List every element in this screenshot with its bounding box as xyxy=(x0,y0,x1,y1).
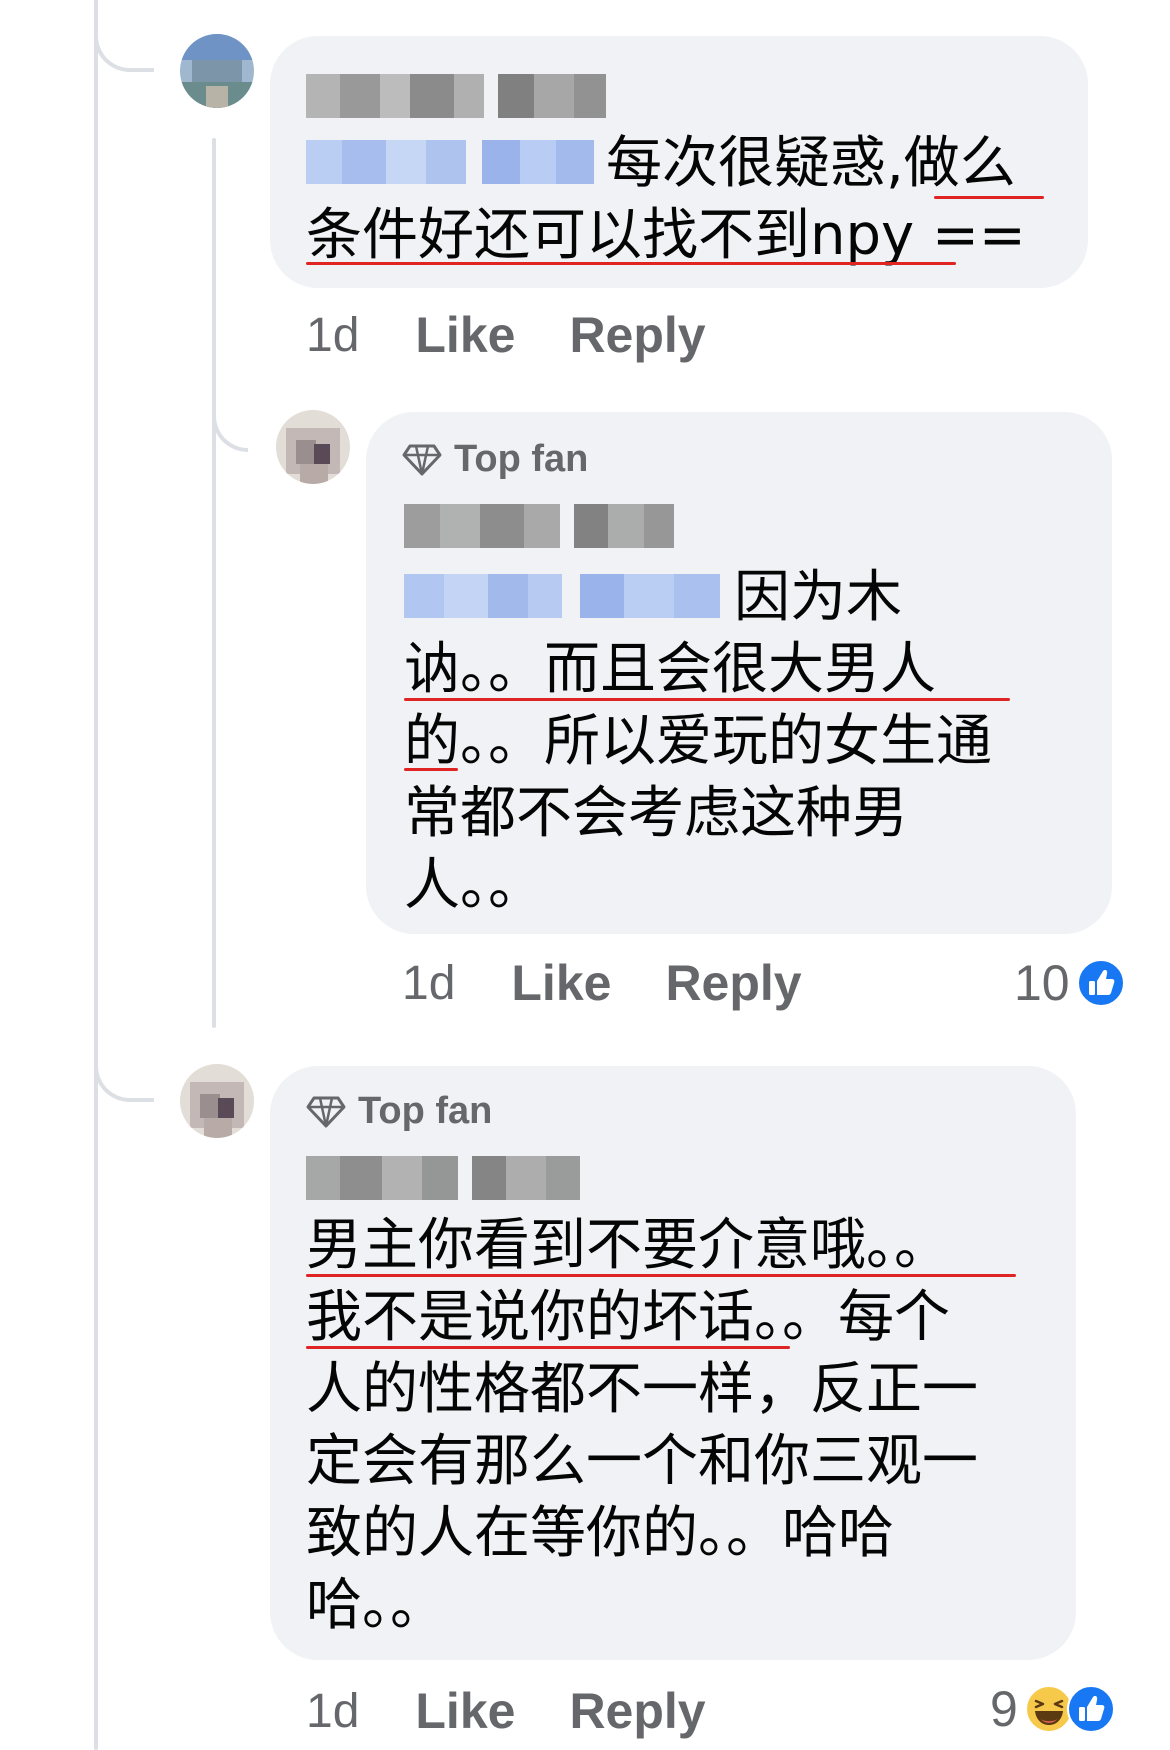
reply-button[interactable]: Reply xyxy=(665,954,801,1012)
comment-text-line: 致的人在等你的。。哈哈 xyxy=(306,1501,894,1566)
reaction-summary[interactable]: 10 xyxy=(1014,954,1126,1012)
thread-connector xyxy=(94,1030,154,1102)
thread-connector xyxy=(212,380,248,452)
like-icon xyxy=(1066,1685,1115,1733)
comment-text-line: 定会有那么一个和你三观一 xyxy=(306,1429,978,1494)
comment-actions: 1d Like Reply xyxy=(402,954,856,1012)
comment-text-line: 我不是说你的坏话。。每个 xyxy=(306,1285,950,1350)
comment-text-line: 讷。。而且会很大男人 xyxy=(404,637,936,702)
top-fan-badge: Top fan xyxy=(306,1090,492,1133)
thread-line-reply xyxy=(212,138,216,1028)
comment-text-line: 人。。 xyxy=(404,853,544,918)
like-icon xyxy=(1076,959,1125,1007)
mentioned-name[interactable] xyxy=(404,574,720,618)
spellcheck-underline xyxy=(404,768,458,771)
diamond-icon xyxy=(306,1096,346,1127)
comment-text-line: 常都不会考虑这种男 xyxy=(404,781,908,846)
thread-line-main xyxy=(94,0,98,1750)
diamond-icon xyxy=(402,444,442,475)
comment-text-line: 的。。所以爱玩的女生通 xyxy=(404,709,992,774)
comment-text-line: 哈。。 xyxy=(306,1573,446,1638)
spellcheck-underline xyxy=(404,698,1010,701)
avatar[interactable] xyxy=(276,410,350,484)
comment-text-line: 每次很疑惑,做么 xyxy=(606,131,1016,196)
thread-connector xyxy=(94,0,154,72)
avatar[interactable] xyxy=(180,1064,254,1138)
comment-text-line: 因为木 xyxy=(734,565,902,630)
spellcheck-underline xyxy=(306,262,956,265)
timestamp[interactable]: 1d xyxy=(306,1684,359,1739)
like-button[interactable]: Like xyxy=(511,954,611,1012)
like-button[interactable]: Like xyxy=(415,1682,515,1740)
author-name[interactable] xyxy=(306,74,606,118)
reaction-summary[interactable]: 9 xyxy=(990,1680,1116,1738)
mentioned-name[interactable] xyxy=(306,140,594,184)
comment-actions: 1d Like Reply xyxy=(306,1682,760,1740)
like-button[interactable]: Like xyxy=(415,306,515,364)
top-fan-label: Top fan xyxy=(358,1090,493,1132)
reply-button[interactable]: Reply xyxy=(569,306,705,364)
reaction-count: 9 xyxy=(990,1681,1018,1737)
comment-text-line: 男主你看到不要介意哦。。 xyxy=(306,1213,950,1278)
spellcheck-underline xyxy=(306,1346,790,1349)
reply-button[interactable]: Reply xyxy=(569,1682,705,1740)
author-name[interactable] xyxy=(306,1156,580,1200)
timestamp[interactable]: 1d xyxy=(402,956,455,1011)
top-fan-label: Top fan xyxy=(454,438,589,480)
spellcheck-underline xyxy=(306,1274,1016,1277)
comment-actions: 1d Like Reply xyxy=(306,306,760,364)
top-fan-badge: Top fan xyxy=(402,438,588,481)
spellcheck-underline xyxy=(934,196,1044,199)
timestamp[interactable]: 1d xyxy=(306,308,359,363)
reaction-count: 10 xyxy=(1014,955,1070,1011)
comment-text-line: 人的性格都不一样，反正一 xyxy=(306,1357,978,1422)
avatar[interactable] xyxy=(180,34,254,108)
author-name[interactable] xyxy=(404,504,674,548)
